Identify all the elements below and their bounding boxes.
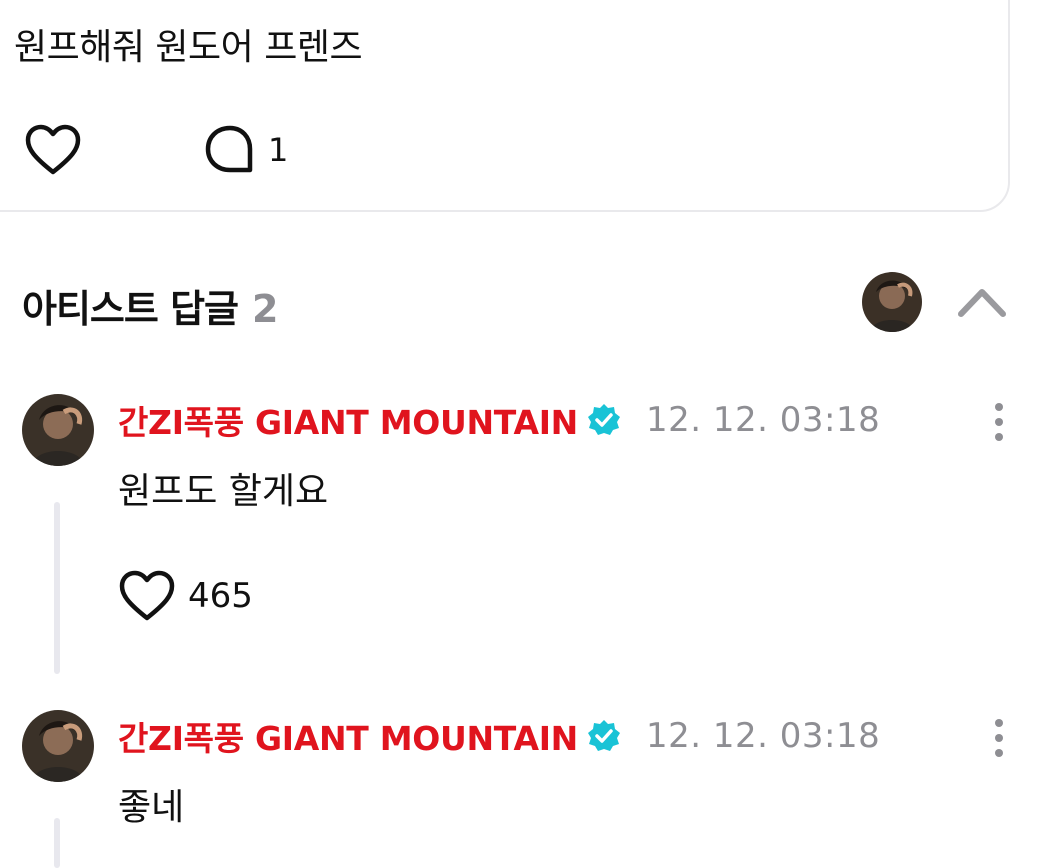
artist-avatar[interactable] xyxy=(862,272,922,332)
chevron-up-icon xyxy=(958,289,1006,317)
avatar-image xyxy=(22,710,94,782)
reply-header: 간ZI폭풍 GIANT MOUNTAIN 12. 12. 03:18 xyxy=(118,396,880,444)
reply-timestamp: 12. 12. 03:18 xyxy=(646,400,881,440)
reply-author-avatar[interactable] xyxy=(22,710,94,782)
thread-line xyxy=(54,818,60,868)
artist-replies-count: 2 xyxy=(252,287,279,331)
reply-header: 간ZI폭풍 GIANT MOUNTAIN 12. 12. 03:18 xyxy=(118,712,880,760)
collapse-replies-button[interactable] xyxy=(955,282,1009,322)
reply-author-name[interactable]: 간ZI폭풍 GIANT MOUNTAIN xyxy=(118,712,578,760)
more-options-button[interactable] xyxy=(984,400,1014,444)
reply-item: 간ZI폭풍 GIANT MOUNTAIN 12. 12. 03:18 원프도 할… xyxy=(0,394,1060,684)
avatar-image xyxy=(22,394,94,466)
post-like-button[interactable] xyxy=(24,124,82,176)
reply-like-count: 465 xyxy=(188,576,253,616)
post-card: 원프해줘 원도어 프렌즈 1 xyxy=(0,0,1010,212)
post-comment-button[interactable]: 1 xyxy=(202,122,288,178)
reply-author-name[interactable]: 간ZI폭풍 GIANT MOUNTAIN xyxy=(118,396,578,444)
reply-item: 간ZI폭풍 GIANT MOUNTAIN 12. 12. 03:18 좋네 xyxy=(0,710,1060,868)
post-text: 원프해줘 원도어 프렌즈 xyxy=(14,27,363,68)
more-options-button[interactable] xyxy=(984,716,1014,760)
speech-bubble-icon xyxy=(205,125,253,173)
heart-outline-icon xyxy=(119,570,175,621)
reply-text: 좋네 xyxy=(118,787,185,828)
thread-line xyxy=(54,502,60,674)
avatar-image xyxy=(862,272,922,332)
heart-outline-icon xyxy=(25,124,81,175)
reply-text: 원프도 할게요 xyxy=(118,471,329,512)
post-comment-count: 1 xyxy=(268,131,289,169)
artist-replies-header: 아티스트 답글 2 xyxy=(22,278,278,333)
reply-author-avatar[interactable] xyxy=(22,394,94,466)
verified-badge-icon xyxy=(588,720,620,751)
more-vertical-icon xyxy=(995,719,1003,757)
verified-badge-icon xyxy=(588,404,620,435)
artist-replies-title: 아티스트 답글 xyxy=(22,287,239,331)
reply-like-button[interactable]: 465 xyxy=(118,570,253,622)
reply-timestamp: 12. 12. 03:18 xyxy=(646,716,881,756)
more-vertical-icon xyxy=(995,403,1003,441)
